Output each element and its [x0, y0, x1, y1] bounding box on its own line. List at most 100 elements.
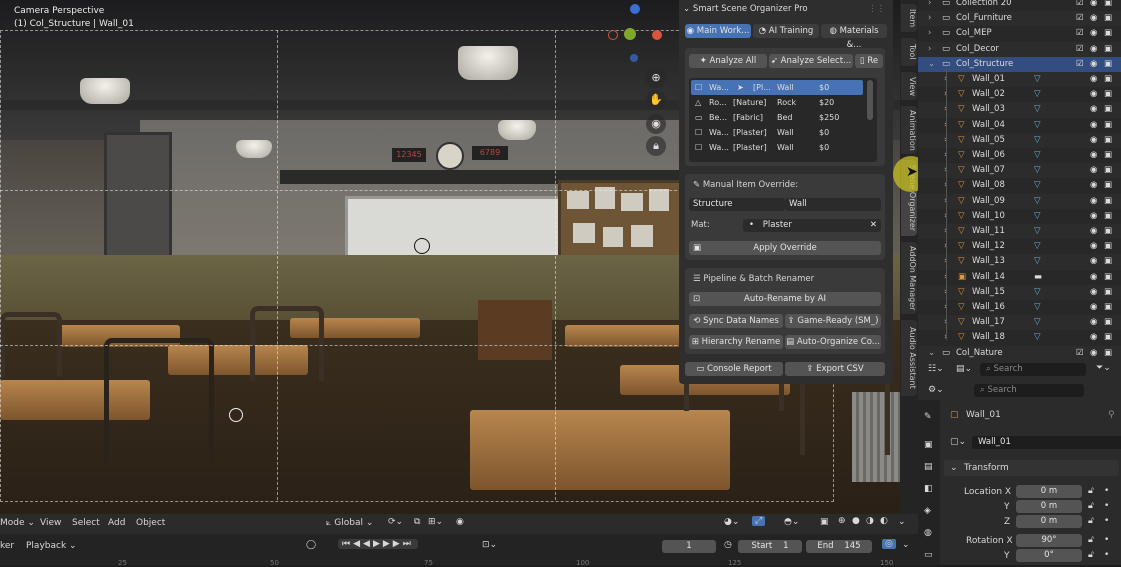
render-camera-icon[interactable]: ▣ [1104, 11, 1112, 26]
rotation-y-field[interactable]: 0° [1016, 549, 1082, 562]
navigation-gizmo[interactable] [606, 4, 666, 64]
funnel-icon[interactable]: ⏷⌄ [1096, 363, 1111, 373]
camera-view-icon[interactable]: ◉ [646, 114, 666, 134]
eye-icon[interactable]: ◉ [1090, 346, 1097, 361]
current-frame-field[interactable]: 1 [662, 540, 716, 553]
eye-icon[interactable]: ◉ [1090, 194, 1097, 209]
list-item[interactable]: △ Ro... [Nature] Rock $20 [691, 95, 863, 110]
object-name-field[interactable]: Wall_01 [972, 436, 1121, 449]
lock-icon[interactable]: 🔓︎ [1088, 550, 1094, 560]
material-field[interactable]: • Plaster ✕ [743, 219, 881, 232]
tab-view[interactable]: View [901, 72, 917, 100]
snap-icon[interactable]: ⧉ [414, 517, 420, 527]
mesh-data-icon[interactable]: ▽ [1034, 133, 1041, 148]
outliner-row[interactable]: ›▽Wall_15▽◉▣ [918, 284, 1121, 300]
eye-icon[interactable]: ◉ [1090, 118, 1097, 133]
render-camera-icon[interactable]: ▣ [1104, 102, 1112, 117]
eye-icon[interactable]: ◉ [1090, 87, 1097, 102]
view-layer-tab-icon[interactable]: ◧ [924, 484, 933, 494]
mesh-data-icon[interactable]: ▽ [1034, 118, 1041, 133]
world-tab-icon[interactable]: ◍ [924, 528, 932, 538]
mesh-data-icon[interactable]: ▽ [1034, 178, 1041, 193]
pivot-icon[interactable]: ⟳⌄ [388, 517, 403, 527]
gizmo-toggle-icon[interactable]: ⤢ [752, 516, 766, 526]
timeline-options-icon[interactable]: ⌄ [902, 540, 910, 550]
mesh-data-icon[interactable]: ▽ [1034, 209, 1041, 224]
mesh-data-icon[interactable]: ▽ [1034, 330, 1041, 345]
mesh-data-icon[interactable]: ▽ [1034, 224, 1041, 239]
outliner-row[interactable]: ›▽Wall_01▽◉▣ [918, 72, 1121, 88]
neg-x-axis-icon[interactable] [608, 30, 618, 40]
list-item[interactable]: ☐ Wa... [Plaster] Wall $0 [691, 140, 863, 155]
chevron-right-icon[interactable]: › [928, 42, 931, 57]
override-category-field[interactable]: Structure [689, 198, 785, 211]
checkbox-icon[interactable]: ☐ [695, 80, 702, 95]
outliner-row[interactable]: ›▽Wall_17▽◉▣ [918, 315, 1121, 331]
sync-data-names-button[interactable]: ⟲ Sync Data Names [689, 314, 783, 328]
tab-audio-assistant[interactable]: Audio Assistant [901, 320, 917, 396]
eye-icon[interactable]: ◉ [1090, 254, 1097, 269]
collection-tab-icon[interactable]: ▭ [924, 550, 933, 560]
game-ready-button[interactable]: ⇪ Game-Ready (SM_) [785, 314, 881, 328]
mesh-data-icon[interactable]: ▽ [1034, 72, 1041, 87]
eye-icon[interactable]: ◉ [1090, 26, 1097, 41]
outliner-row[interactable]: ⌄ ▭ Col_Structure ☑ ◉ ▣ [918, 56, 1121, 72]
data-block-icon[interactable]: ▬ [1034, 270, 1042, 285]
keyframe-dot-icon[interactable]: • [1104, 550, 1109, 560]
outliner-row[interactable]: ›▣Wall_14▬◉▣ [918, 270, 1121, 285]
mesh-data-icon[interactable]: ▽ [1034, 239, 1041, 254]
shading-options-icon[interactable]: ⌄ [898, 517, 906, 527]
tool-tab-icon[interactable]: ✎ [924, 412, 932, 422]
pan-hand-icon[interactable]: ✋ [646, 90, 666, 110]
eye-icon[interactable]: ◉ [1090, 315, 1097, 330]
list-item[interactable]: ☐ Wa... [Plaster] Wall $0 [691, 125, 863, 140]
eye-icon[interactable]: ◉ [1090, 224, 1097, 239]
render-camera-icon[interactable]: ▣ [1104, 224, 1112, 239]
render-camera-icon[interactable]: ▣ [1104, 330, 1112, 345]
lock-icon[interactable]: 🔓︎ [1088, 501, 1094, 511]
marker-menu[interactable]: ker [0, 541, 14, 551]
hierarchy-rename-button[interactable]: ⊞ Hierarchy Rename [689, 335, 783, 349]
tab-tool[interactable]: Tool [901, 38, 917, 66]
analyze-selected-button[interactable]: ➹ Analyze Select... [769, 54, 853, 68]
keyframe-dot-icon[interactable]: • [1104, 535, 1109, 545]
eye-icon[interactable]: ◉ [1090, 209, 1097, 224]
zoom-icon[interactable]: ⊕ [646, 68, 666, 88]
render-camera-icon[interactable]: ▣ [1104, 209, 1112, 224]
material-shading-icon[interactable]: ◑ [866, 516, 874, 526]
render-tab-icon[interactable]: ▣ [924, 440, 933, 450]
outliner[interactable]: › ▭ Collection 20 ☑ ◉ ▣ › ▭ Col_Furniture ☑ ◉ ▣ › ▭ Co… [918, 0, 1121, 361]
auto-organize-button[interactable]: ▤ Auto-Organize Co... [785, 335, 881, 349]
menu-object[interactable]: Object [136, 518, 165, 528]
chevron-right-icon[interactable]: › [928, 11, 931, 26]
outliner-row[interactable]: ›▽Wall_02▽◉▣ [918, 87, 1121, 102]
render-camera-icon[interactable]: ▣ [1104, 148, 1112, 163]
rendered-shading-icon[interactable]: ◐ [880, 516, 888, 526]
properties-search-input[interactable]: ⌕ Search [974, 384, 1084, 397]
playback-menu[interactable]: Playback ⌄ [26, 541, 77, 551]
mesh-data-icon[interactable]: ▽ [1034, 163, 1041, 178]
keyframe-dot-icon[interactable]: • [1104, 486, 1109, 496]
pin-icon[interactable]: ⚲ [1108, 410, 1115, 420]
y-axis-icon[interactable] [624, 28, 636, 40]
exclude-checkbox-icon[interactable]: ☑ [1076, 346, 1084, 361]
record-icon[interactable]: ◯ [306, 540, 316, 550]
keyframe-dot-icon[interactable]: • [1104, 501, 1109, 511]
chevron-down-icon[interactable]: ⌄ [928, 57, 935, 72]
render-camera-icon[interactable]: ▣ [1104, 254, 1112, 269]
tab-main-work[interactable]: ◉ Main Work... [685, 24, 751, 38]
playback-controls[interactable]: ⏮◀◀▶▶▶⏭ [338, 539, 418, 549]
console-report-button[interactable]: ▭ Console Report [685, 362, 783, 376]
eye-icon[interactable]: ◉ [1090, 72, 1097, 87]
mode-menu[interactable]: Mode ⌄ [0, 518, 35, 528]
render-camera-icon[interactable]: ▣ [1104, 194, 1112, 209]
visibility-icon[interactable]: ◕⌄ [724, 517, 739, 527]
render-camera-icon[interactable]: ▣ [1104, 0, 1112, 11]
lock-icon[interactable]: 🔓︎ [1088, 535, 1094, 545]
mesh-data-icon[interactable]: ▽ [1034, 254, 1041, 269]
outliner-row[interactable]: ›▽Wall_10▽◉▣ [918, 209, 1121, 224]
exclude-checkbox-icon[interactable]: ☑ [1076, 57, 1084, 72]
analyze-all-button[interactable]: ✦ Analyze All [689, 54, 767, 68]
menu-select[interactable]: Select [72, 518, 100, 528]
lock-icon[interactable]: 🔒︎ [646, 136, 666, 156]
